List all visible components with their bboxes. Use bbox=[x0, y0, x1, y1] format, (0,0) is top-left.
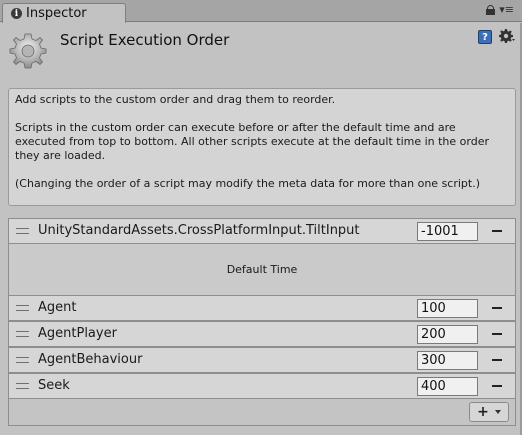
tab-menu-icon[interactable]: ▾≡ bbox=[499, 4, 514, 15]
order-field[interactable]: 300 bbox=[417, 351, 478, 370]
remove-button[interactable] bbox=[489, 223, 505, 239]
remove-button[interactable] bbox=[489, 378, 505, 394]
script-name: UnityStandardAssets.CrossPlatformInput.T… bbox=[38, 223, 360, 238]
list-item[interactable]: Seek 400 bbox=[8, 373, 516, 399]
minus-icon bbox=[492, 359, 502, 361]
list-item[interactable]: AgentPlayer 200 bbox=[8, 321, 516, 347]
tab-inspector[interactable]: i Inspector bbox=[2, 3, 126, 23]
help-box: Add scripts to the custom order and drag… bbox=[8, 88, 516, 206]
minus-icon bbox=[492, 333, 502, 335]
list-footer: + bbox=[8, 398, 516, 426]
info-icon: i bbox=[11, 8, 22, 19]
minus-icon bbox=[492, 307, 502, 309]
script-name: AgentPlayer bbox=[38, 326, 117, 341]
tab-label: Inspector bbox=[26, 6, 87, 21]
remove-button[interactable] bbox=[489, 326, 505, 342]
list-item[interactable]: AgentBehaviour 300 bbox=[8, 347, 516, 373]
script-order-list: UnityStandardAssets.CrossPlatformInput.T… bbox=[8, 218, 516, 426]
tab-bar: i Inspector ▾≡ bbox=[0, 0, 522, 23]
minus-icon bbox=[492, 230, 502, 232]
list-item[interactable]: Agent 100 bbox=[8, 295, 516, 321]
script-name: Agent bbox=[38, 300, 77, 315]
script-name: AgentBehaviour bbox=[38, 352, 143, 367]
default-time-label: Default Time bbox=[226, 263, 298, 276]
settings-gear-icon[interactable] bbox=[499, 28, 515, 44]
drag-handle-icon[interactable] bbox=[16, 305, 29, 311]
help-text-2: Scripts in the custom order can execute … bbox=[15, 121, 490, 162]
tab-tools: ▾≡ bbox=[486, 4, 514, 15]
order-field[interactable]: 200 bbox=[417, 325, 478, 344]
help-book-icon[interactable]: ? bbox=[478, 30, 492, 44]
order-field[interactable]: -1001 bbox=[417, 222, 478, 241]
plus-icon: + bbox=[477, 404, 489, 420]
inspector-header: Script Execution Order ? bbox=[0, 23, 522, 75]
drag-handle-icon[interactable] bbox=[16, 228, 29, 234]
default-time-row: Default Time bbox=[8, 244, 516, 295]
page-title: Script Execution Order bbox=[60, 31, 230, 49]
remove-button[interactable] bbox=[489, 300, 505, 316]
help-text-3: (Changing the order of a script may modi… bbox=[15, 177, 481, 190]
order-field[interactable]: 400 bbox=[417, 377, 478, 396]
list-item[interactable]: UnityStandardAssets.CrossPlatformInput.T… bbox=[8, 218, 516, 244]
dropdown-caret-icon bbox=[494, 410, 501, 414]
drag-handle-icon[interactable] bbox=[16, 357, 29, 363]
help-text-1: Add scripts to the custom order and drag… bbox=[15, 93, 336, 106]
add-script-button[interactable]: + bbox=[469, 402, 509, 422]
drag-handle-icon[interactable] bbox=[16, 383, 29, 389]
order-field[interactable]: 100 bbox=[417, 299, 478, 318]
drag-handle-icon[interactable] bbox=[16, 331, 29, 337]
lock-icon[interactable] bbox=[486, 5, 496, 15]
gear-icon bbox=[9, 33, 47, 69]
minus-icon bbox=[492, 385, 502, 387]
remove-button[interactable] bbox=[489, 352, 505, 368]
script-name: Seek bbox=[38, 378, 70, 393]
